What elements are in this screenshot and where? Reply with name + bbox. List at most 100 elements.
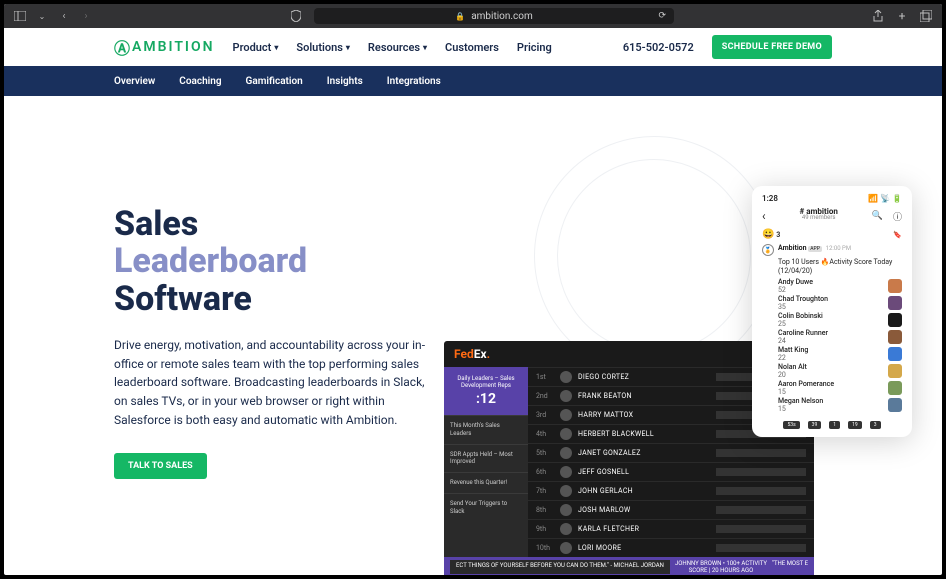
leaderboard-row: 10th LORI MOORE: [528, 538, 814, 557]
avatar: [560, 466, 572, 478]
decorative-circles: [534, 136, 774, 376]
user-score: 35: [778, 303, 884, 311]
avatar: [888, 347, 902, 361]
reaction-emoji[interactable]: 😀 3: [762, 229, 780, 240]
user-name: Aaron Pomerance: [778, 380, 884, 388]
address-bar[interactable]: 🔒 ambition.com ⟳: [314, 8, 674, 24]
main-nav: ⒶAMBITION Product▾ Solutions▾ Resources▾…: [4, 28, 942, 66]
fedex-logo: FedEx.: [454, 347, 490, 361]
player-name: JOSH MARLOW: [578, 506, 710, 514]
score-bar: [716, 468, 806, 476]
app-name: Ambition: [778, 244, 807, 252]
user-score: 15: [778, 405, 884, 413]
schedule-demo-button[interactable]: SCHEDULE FREE DEMO: [712, 35, 832, 59]
player-name: LORI MOORE: [578, 544, 710, 552]
avatar: [560, 428, 572, 440]
logo-text: AMBITION: [132, 39, 215, 55]
user-score: 22: [778, 354, 884, 362]
new-tab-icon[interactable]: +: [896, 10, 908, 22]
avatar: [888, 313, 902, 327]
nav-pricing[interactable]: Pricing: [517, 41, 552, 54]
phone-number[interactable]: 615-502-0572: [623, 41, 694, 54]
phone-status-bar: 1:28 📶 📡 🔋: [762, 194, 902, 203]
subnav-insights[interactable]: Insights: [327, 76, 363, 87]
shield-icon[interactable]: [290, 10, 302, 22]
tabs-icon[interactable]: [920, 10, 932, 22]
user-name: Caroline Runner: [778, 329, 884, 337]
logo[interactable]: ⒶAMBITION: [114, 35, 215, 59]
player-name: JANET GONZALEZ: [578, 449, 710, 457]
forward-icon[interactable]: ›: [80, 10, 92, 22]
user-row: Matt King22: [778, 346, 902, 362]
chevron-down-icon: ▾: [423, 43, 427, 52]
rank: 10th: [536, 544, 554, 552]
hero-graphics: FedEx. ACTI Daily Leaders – Sales Develo…: [444, 206, 942, 575]
user-name: Andy Duwe: [778, 278, 884, 286]
msg-time: 12:00 PM: [826, 245, 851, 252]
back-icon[interactable]: ‹: [58, 10, 70, 22]
leaderboard-row: 6thJEFF GOSNELL: [528, 462, 814, 481]
user-row: Chad Troughton35: [778, 295, 902, 311]
tv-timer: :12: [450, 391, 522, 407]
avatar: [560, 447, 572, 459]
nav-product[interactable]: Product▾: [233, 41, 279, 54]
nav-items: Product▾ Solutions▾ Resources▾ Customers…: [233, 41, 552, 54]
user-score: 52: [778, 286, 884, 294]
rank: 5th: [536, 449, 554, 457]
avatar: [560, 390, 572, 402]
score-bar: [716, 525, 806, 533]
phone-mockup: 1:28 📶 📡 🔋 ‹ # ambition 49 members 🔍 ⓘ 😀…: [752, 186, 912, 437]
hero-title: Sales Leaderboard Software: [114, 206, 434, 318]
bookmark-icon[interactable]: 🔖: [893, 231, 902, 239]
chevron-down-icon[interactable]: ⌄: [36, 10, 48, 22]
tv-side-item: Send Your Triggers to Slack: [444, 493, 528, 522]
share-icon[interactable]: [872, 10, 884, 22]
reload-icon[interactable]: ⟳: [658, 11, 666, 21]
avatar: [888, 364, 902, 378]
search-icon[interactable]: 🔍: [872, 211, 883, 221]
nav-resources[interactable]: Resources▾: [368, 41, 427, 54]
player-name: HARRY MATTOX: [578, 411, 710, 419]
rank: 6th: [536, 468, 554, 476]
score-bar: [716, 449, 806, 457]
avatar: [560, 485, 572, 497]
subnav-overview[interactable]: Overview: [114, 76, 155, 87]
user-name: Colin Bobinski: [778, 312, 884, 320]
user-score: 24: [778, 337, 884, 345]
subnav-coaching[interactable]: Coaching: [179, 76, 221, 87]
nav-solutions[interactable]: Solutions▾: [296, 41, 350, 54]
subnav-integrations[interactable]: Integrations: [387, 76, 441, 87]
award-icon: 🏅: [762, 244, 774, 256]
rank: 4th: [536, 430, 554, 438]
avatar: [560, 542, 572, 554]
talk-to-sales-button[interactable]: TALK TO SALES: [114, 453, 207, 479]
user-name: Matt King: [778, 346, 884, 354]
phone-bottom-bar: 53s 39 1 19 3: [762, 417, 902, 429]
rank: 1st: [536, 373, 554, 381]
tv-side-item: Revenue this Quarter!: [444, 472, 528, 493]
logo-mark: Ⓐ: [114, 35, 132, 59]
leaderboard-row: 5th JANET GONZALEZ: [528, 443, 814, 462]
player-name: KARLA FLETCHER: [578, 525, 710, 533]
user-row: Colin Bobinski25: [778, 312, 902, 328]
app-tag: APP: [808, 246, 822, 252]
user-row: Megan Nelson15: [778, 397, 902, 413]
rank: 7th: [536, 487, 554, 495]
chevron-down-icon: ▾: [346, 43, 350, 52]
back-icon[interactable]: ‹: [762, 209, 766, 223]
user-name: Megan Nelson: [778, 397, 884, 405]
user-name: Nolan Alt: [778, 363, 884, 371]
player-name: HERBERT BLACKWELL: [578, 430, 710, 438]
avatar: [560, 523, 572, 535]
info-icon[interactable]: ⓘ: [893, 210, 902, 223]
rank: 3rd: [536, 411, 554, 419]
rank: 8th: [536, 506, 554, 514]
avatar: [888, 279, 902, 293]
tv-ticker: ECT THINGS OF YOURSELF BEFORE YOU CAN DO…: [444, 557, 814, 575]
browser-toolbar: ⌄ ‹ › 🔒 ambition.com ⟳ +: [4, 4, 942, 28]
user-row: Caroline Runner24: [778, 329, 902, 345]
nav-customers[interactable]: Customers: [445, 41, 499, 54]
sidebar-toggle-icon[interactable]: [14, 10, 26, 22]
rank: 9th: [536, 525, 554, 533]
subnav-gamification[interactable]: Gamification: [246, 76, 303, 87]
